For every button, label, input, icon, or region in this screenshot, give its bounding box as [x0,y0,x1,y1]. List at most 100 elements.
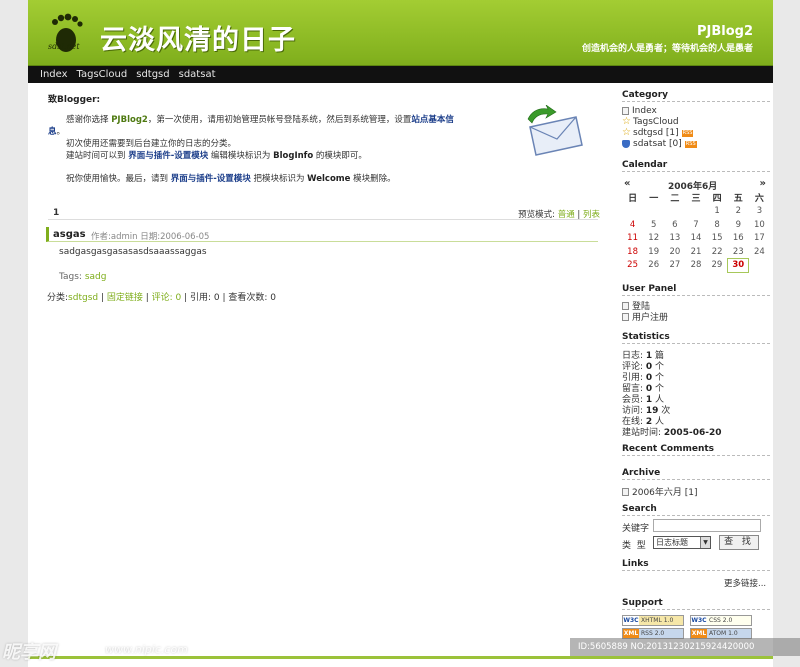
nav-item-tagscloud[interactable]: TagsCloud [77,69,128,80]
archive-title: Archive [622,468,661,478]
statistics-title: Statistics [622,332,670,342]
category-label: TagsCloud [633,117,679,127]
search-button[interactable]: 查 找 [719,535,759,550]
nav-item-sdtgsd[interactable]: sdtgsd [136,69,169,80]
divider [622,295,770,296]
notice-text: 祝你使用愉快。最后，请到 [66,174,171,184]
calendar-weekday: 二 [670,194,680,205]
calendar-day: 14 [690,233,702,244]
calendar-day: 1 [714,206,720,217]
register-link[interactable]: 用户注册 [622,310,668,323]
view-mode: 预览模式: 普通 | 列表 [518,208,600,220]
nav-item-index[interactable]: Index [40,69,68,80]
w3c-logo-icon: W3C [691,616,707,625]
calendar-day: 29 [711,260,723,271]
nav-item-sdatsat[interactable]: sdatsat [179,69,216,80]
notice-line-3: 建站时间可以到 界面与插件-设置模块 编辑模块标识为 BlogInfo 的模块即… [66,149,367,161]
search-input[interactable] [653,519,761,532]
calendar-day: 4 [629,219,636,230]
rss-icon[interactable]: RSS [684,140,697,148]
divider [622,479,770,480]
plugin-settings-link[interactable]: 界面与插件-设置模块 [171,174,251,184]
category-item-sdtgsd[interactable]: ☆ sdtgsd [1] RSS [622,128,694,138]
category-item-tagscloud[interactable]: ☆ TagsCloud [622,116,679,128]
calendar-day: 6 [672,219,678,230]
category-link[interactable]: sdtgsd [68,293,98,303]
calendar-day: 27 [669,260,681,271]
star-icon: ☆ [622,116,631,127]
calendar-title: Calendar [622,160,668,170]
document-icon [622,312,629,321]
permalink-link[interactable]: 固定链接 [107,293,143,303]
badge-label: CSS 2.0 [707,616,751,625]
archive-label: 2006年六月 [1] [632,488,698,498]
calendar-empty [685,205,706,219]
calendar-day: 21 [690,246,702,257]
calendar-empty [664,205,685,219]
separator: | [98,293,107,303]
post-header: asgas 作者:admin 日期:2006-06-05 [46,227,598,242]
badge-label: RSS 2.0 [639,629,683,638]
page-number[interactable]: 1 [53,208,59,218]
xhtml-badge[interactable]: W3C XHTML 1.0 [622,615,684,626]
calendar-weekday: 一 [649,194,659,205]
calendar-grid: 日一二三四五六 1 2 3 4 5 6 7 8 9 10 11 12 13 14 15 16 17 18 19 20 2… [622,191,770,273]
badge-label: ATOM 1.0 [707,629,751,638]
notice-line-1-cont: 息。 [48,125,65,137]
post-body: sadgasgasgasasasdsaaassaggas [59,247,207,257]
view-normal-link[interactable]: 普通 [558,210,575,220]
rss-icon[interactable]: RSS [681,129,694,137]
tag-link[interactable]: sadg [85,272,107,282]
watermark-id: ID:5605889 NO:20131230215924420000 [570,638,800,656]
document-icon [622,301,629,310]
calendar-empty [622,205,643,219]
calendar-weekday: 五 [733,194,743,205]
category-item-sdatsat[interactable]: sdatsat [0] RSS [622,139,697,149]
calendar-prev-button[interactable]: « [624,178,630,189]
category-item-index[interactable]: Index [622,106,657,116]
calendar-day: 10 [754,219,765,230]
calendar-day: 7 [693,219,699,230]
site-title[interactable]: 云淡风清的日子 [100,18,296,57]
comments-link[interactable]: 评论: 0 [152,293,182,303]
xml-logo-icon: XML [623,629,639,638]
site-settings-link[interactable]: 站点基本信 [411,115,454,125]
top-nav: Index TagsCloud sdtgsd sdatsat [28,66,773,83]
css-badge[interactable]: W3C CSS 2.0 [690,615,752,626]
logo-text: sdsl.net [48,42,80,51]
category-label: sdatsat [0] [633,139,682,149]
more-links[interactable]: 更多链接... [724,577,766,589]
post-footer: 分类:sdtgsd | 固定链接 | 评论: 0 | 引用: 0 | 查看次数:… [47,290,276,303]
calendar-next-button[interactable]: » [760,178,766,189]
notice-line-2: 初次使用还需要到后台建立你的日志的分类。 [66,139,237,149]
divider [622,171,770,172]
post-title[interactable]: asgas [53,229,86,240]
notice-text: 的模块即可。 [313,151,367,161]
category-label: Index [632,106,657,116]
plugin-settings-link[interactable]: 界面与插件-设置模块 [128,151,208,161]
post-meta: 作者:admin 日期:2006-06-05 [91,232,210,242]
module-key: Welcome [307,174,351,184]
divider [622,101,770,102]
calendar-day: 3 [756,206,763,217]
watermark-url: www.nipic.com [105,643,188,656]
divider [622,343,770,344]
search-keyword-label: 关键字 [622,524,650,534]
notice-text: 。 [56,127,66,137]
site-settings-link-cont[interactable]: 息 [48,127,57,137]
divider [622,609,770,610]
view-list-link[interactable]: 列表 [583,210,600,220]
calendar-empty [749,259,770,273]
calendar-day: 30 [727,258,750,273]
search-type-select[interactable]: 日志标题 ▼ [653,536,711,549]
archive-item[interactable]: 2006年六月 [1] [622,485,698,498]
calendar-day: 23 [732,246,744,257]
separator: | [142,293,152,303]
search-type-label: 类 型 [622,541,646,551]
calendar-day: 26 [648,260,660,271]
calendar-day: 20 [669,246,681,257]
calendar-weekday: 四 [712,194,722,205]
calendar-day: 9 [735,219,741,230]
calendar-day: 5 [651,219,657,230]
calendar-day: 11 [627,233,638,244]
